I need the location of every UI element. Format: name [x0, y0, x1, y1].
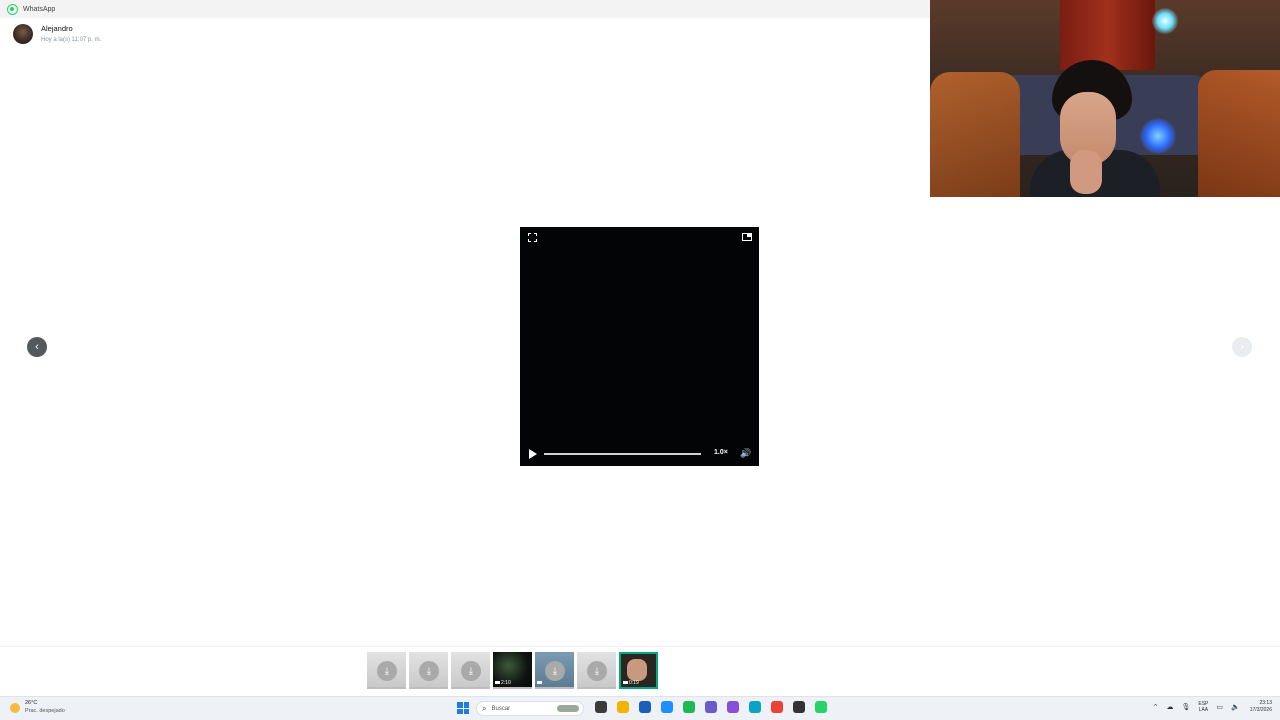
- taskbar-app-icon[interactable]: [683, 701, 695, 713]
- video-badge: [537, 680, 543, 687]
- clock-date: 17/3/2026: [1249, 707, 1272, 713]
- video-progress-bar[interactable]: [544, 453, 701, 455]
- weather-temperature: 26°C: [25, 700, 38, 706]
- input-language[interactable]: ESP LAA: [1198, 701, 1208, 713]
- whatsapp-icon: [7, 3, 18, 15]
- taskbar-apps: [590, 701, 832, 713]
- monitor-icon[interactable]: ▭: [1216, 703, 1223, 711]
- taskbar-app-icon[interactable]: [727, 701, 739, 713]
- speaker-icon[interactable]: 🔈: [1231, 703, 1240, 711]
- download-icon[interactable]: ⤓: [461, 661, 481, 681]
- sender-name: Alejandro: [41, 24, 73, 34]
- media-sender-header[interactable]: Alejandro Hoy a la(s) 11:07 p. m.: [13, 24, 101, 44]
- video-player[interactable]: 1.0× 🔊: [520, 227, 759, 466]
- taskbar-app-icon[interactable]: [661, 701, 673, 713]
- previous-media-button[interactable]: ‹: [27, 337, 47, 357]
- download-icon[interactable]: ⤓: [587, 661, 607, 681]
- playback-speed-button[interactable]: 1.0×: [714, 449, 728, 456]
- start-button[interactable]: [457, 702, 469, 714]
- taskbar-app-icon[interactable]: [639, 701, 651, 713]
- chevron-right-icon: ›: [1240, 340, 1244, 353]
- search-placeholder: Buscar: [491, 705, 511, 712]
- next-media-button[interactable]: ›: [1232, 337, 1252, 357]
- taskbar-app-icon[interactable]: [749, 701, 761, 713]
- search-icon: ⌕: [482, 703, 487, 713]
- download-icon[interactable]: ⤓: [377, 661, 397, 681]
- chevron-up-icon[interactable]: ⌃: [1153, 703, 1159, 711]
- video-camera-icon: [537, 681, 542, 684]
- video-duration: 0:19: [623, 680, 639, 687]
- avatar[interactable]: [13, 24, 33, 44]
- picture-in-picture-icon[interactable]: [742, 233, 752, 241]
- taskbar-app-icon[interactable]: [771, 701, 783, 713]
- weather-widget[interactable]: 26°C Prac. despejado: [10, 700, 65, 714]
- play-icon[interactable]: [529, 449, 537, 459]
- cloud-icon[interactable]: ☁: [1167, 703, 1174, 711]
- taskbar-app-icon[interactable]: [815, 701, 827, 713]
- fullscreen-icon[interactable]: [528, 233, 537, 242]
- taskbar-search[interactable]: ⌕ Buscar: [476, 701, 584, 716]
- thumbnail-item[interactable]: ⤓: [535, 652, 574, 689]
- sun-icon: [10, 702, 20, 713]
- app-title: WhatsApp: [23, 5, 56, 13]
- volume-icon[interactable]: 🔊: [740, 449, 751, 458]
- download-icon[interactable]: ⤓: [545, 661, 565, 681]
- weather-condition: Prac. despejado: [25, 707, 65, 714]
- video-duration: 2:10: [495, 680, 511, 687]
- taskbar-app-icon[interactable]: [793, 701, 805, 713]
- thumbnail-item[interactable]: ⤓: [451, 652, 490, 689]
- system-tray: ⌃ ☁ 🎙 ESP LAA ▭ 🔈 23:13 17/3/2026: [1149, 700, 1272, 714]
- video-camera-icon: [495, 681, 500, 684]
- thumbnail-divider: [0, 646, 1280, 647]
- taskbar-clock[interactable]: 23:13 17/3/2026: [1250, 700, 1272, 714]
- taskbar-app-icon[interactable]: [595, 701, 607, 713]
- webcam-overlay: [930, 0, 1280, 197]
- taskbar-app-icon[interactable]: [705, 701, 717, 713]
- video-camera-icon: [623, 681, 628, 684]
- thumbnail-item[interactable]: ⤓: [409, 652, 448, 689]
- media-thumbnail-strip: ⤓ ⤓ ⤓ 2:10 ⤓ ⤓ 0:19: [367, 652, 661, 689]
- search-highlight-image: [557, 705, 579, 712]
- taskbar-app-icon[interactable]: [617, 701, 629, 713]
- clock-time: 23:13: [1259, 700, 1272, 706]
- thumbnail-item-selected[interactable]: 0:19: [619, 652, 658, 689]
- message-timestamp: Hoy a la(s) 11:07 p. m.: [41, 36, 102, 43]
- thumbnail-item[interactable]: ⤓: [577, 652, 616, 689]
- microphone-icon[interactable]: 🎙: [1182, 703, 1191, 711]
- windows-taskbar: 26°C Prac. despejado ⌕ Buscar ⌃ ☁ 🎙 ESP …: [0, 696, 1280, 720]
- thumbnail-item[interactable]: 2:10: [493, 652, 532, 689]
- download-icon[interactable]: ⤓: [419, 661, 439, 681]
- thumbnail-item[interactable]: ⤓: [367, 652, 406, 689]
- chevron-left-icon: ‹: [35, 340, 39, 353]
